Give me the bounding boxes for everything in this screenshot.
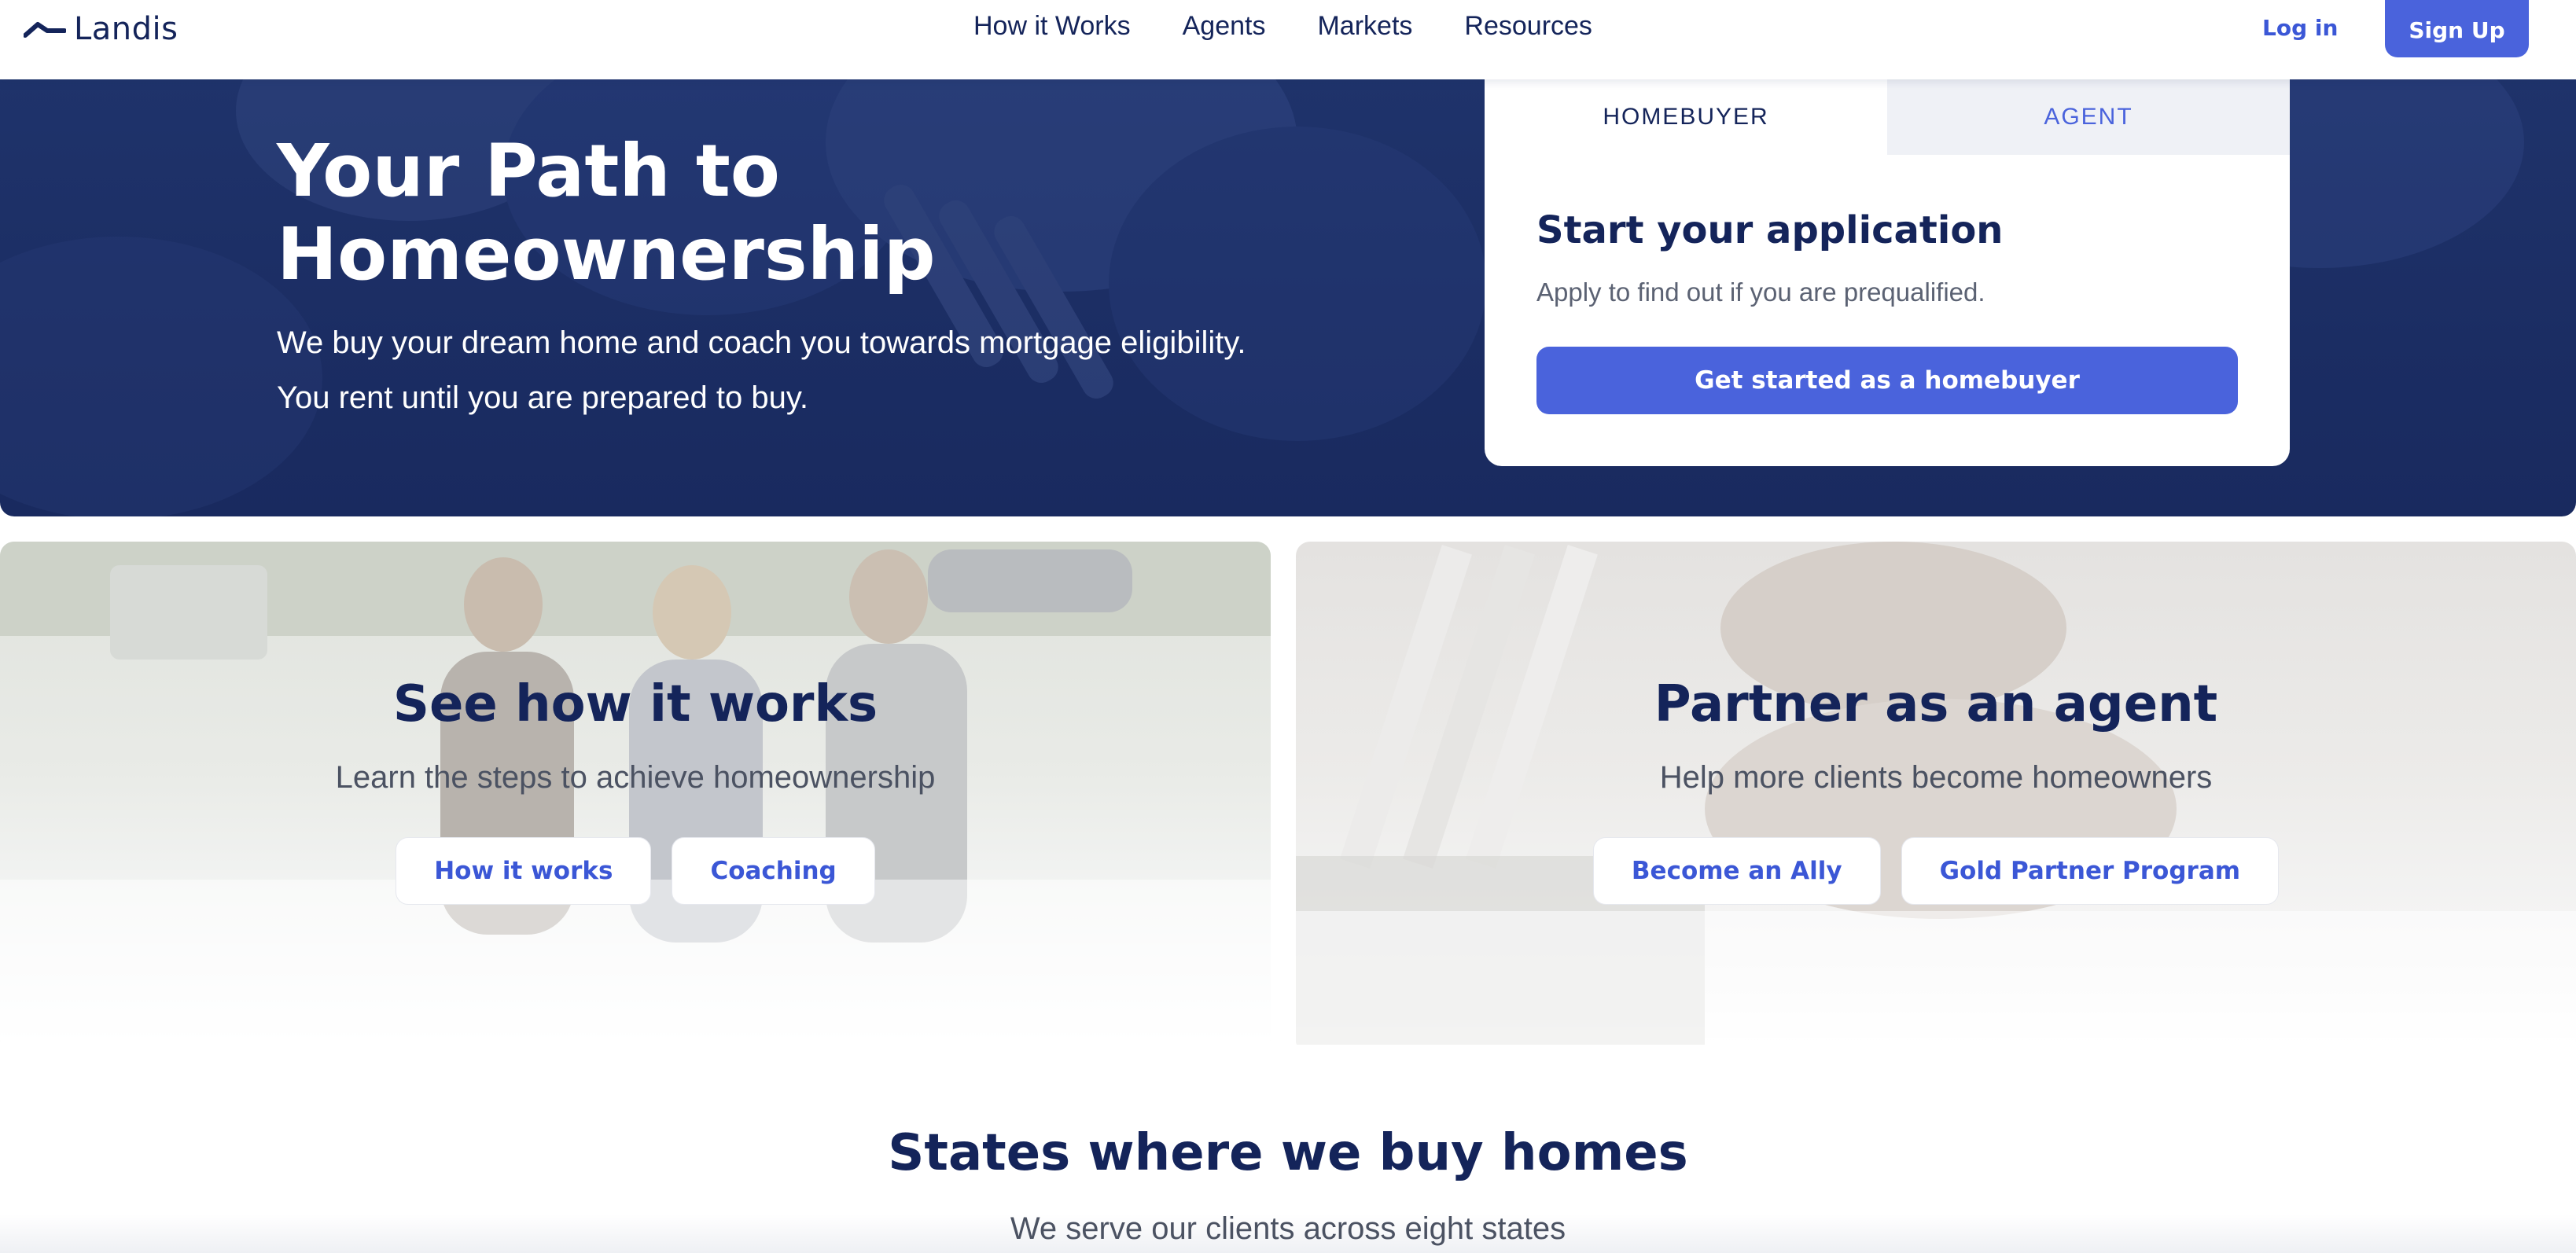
- login-link[interactable]: Log in: [2262, 13, 2338, 44]
- hero-subtitle-line2: You rent until you are prepared to buy.: [277, 380, 809, 415]
- hero-subtitle: We buy your dream home and coach you tow…: [277, 315, 1378, 425]
- top-navigation: Landis How it Works Agents Markets Resou…: [0, 0, 2576, 79]
- application-card: HOMEBUYER AGENT Start your application A…: [1485, 79, 2290, 466]
- brand-logo[interactable]: Landis: [24, 11, 178, 47]
- coaching-button[interactable]: Coaching: [672, 837, 875, 905]
- hero-title: Your Path to Homeownership: [277, 129, 936, 296]
- how-it-works-promo: See how it works Learn the steps to achi…: [0, 542, 1271, 1054]
- handshake-photo: [1296, 542, 2576, 1054]
- partner-agent-promo: Partner as an agent Help more clients be…: [1296, 542, 2576, 1054]
- states-subtitle: We serve our clients across eight states: [1010, 1211, 1566, 1246]
- application-tabs: HOMEBUYER AGENT: [1485, 79, 2290, 155]
- partner-agent-actions: Become an Ally Gold Partner Program: [1296, 837, 2576, 905]
- tab-agent[interactable]: AGENT: [1887, 79, 2290, 155]
- become-ally-button[interactable]: Become an Ally: [1592, 837, 1881, 905]
- application-title: Start your application: [1536, 208, 2004, 252]
- walking-family-photo: [0, 542, 1271, 1054]
- roof-logo-icon: [24, 22, 66, 38]
- how-it-works-button[interactable]: How it works: [396, 837, 652, 905]
- main-nav: How it Works Agents Markets Resources: [973, 8, 1592, 44]
- nav-link-how-it-works[interactable]: How it Works: [973, 8, 1131, 44]
- nav-link-agents[interactable]: Agents: [1183, 8, 1266, 44]
- gold-partner-button[interactable]: Gold Partner Program: [1901, 837, 2280, 905]
- how-it-works-title: See how it works: [392, 675, 878, 733]
- get-started-homebuyer-button[interactable]: Get started as a homebuyer: [1536, 347, 2238, 414]
- how-it-works-actions: How it works Coaching: [0, 837, 1271, 905]
- states-title: States where we buy homes: [888, 1124, 1688, 1182]
- partner-agent-subtitle: Help more clients become homeowners: [1659, 760, 2213, 795]
- tab-homebuyer[interactable]: HOMEBUYER: [1485, 79, 1887, 155]
- hero-subtitle-line1: We buy your dream home and coach you tow…: [277, 325, 1246, 360]
- partner-agent-title: Partner as an agent: [1654, 675, 2218, 733]
- nav-link-markets[interactable]: Markets: [1317, 8, 1412, 44]
- how-it-works-subtitle: Learn the steps to achieve homeownership: [335, 760, 936, 795]
- brand-name: Landis: [74, 11, 178, 47]
- nav-link-resources[interactable]: Resources: [1464, 8, 1592, 44]
- application-description: Apply to find out if you are prequalifie…: [1536, 277, 1985, 307]
- signup-button[interactable]: Sign Up: [2385, 0, 2529, 57]
